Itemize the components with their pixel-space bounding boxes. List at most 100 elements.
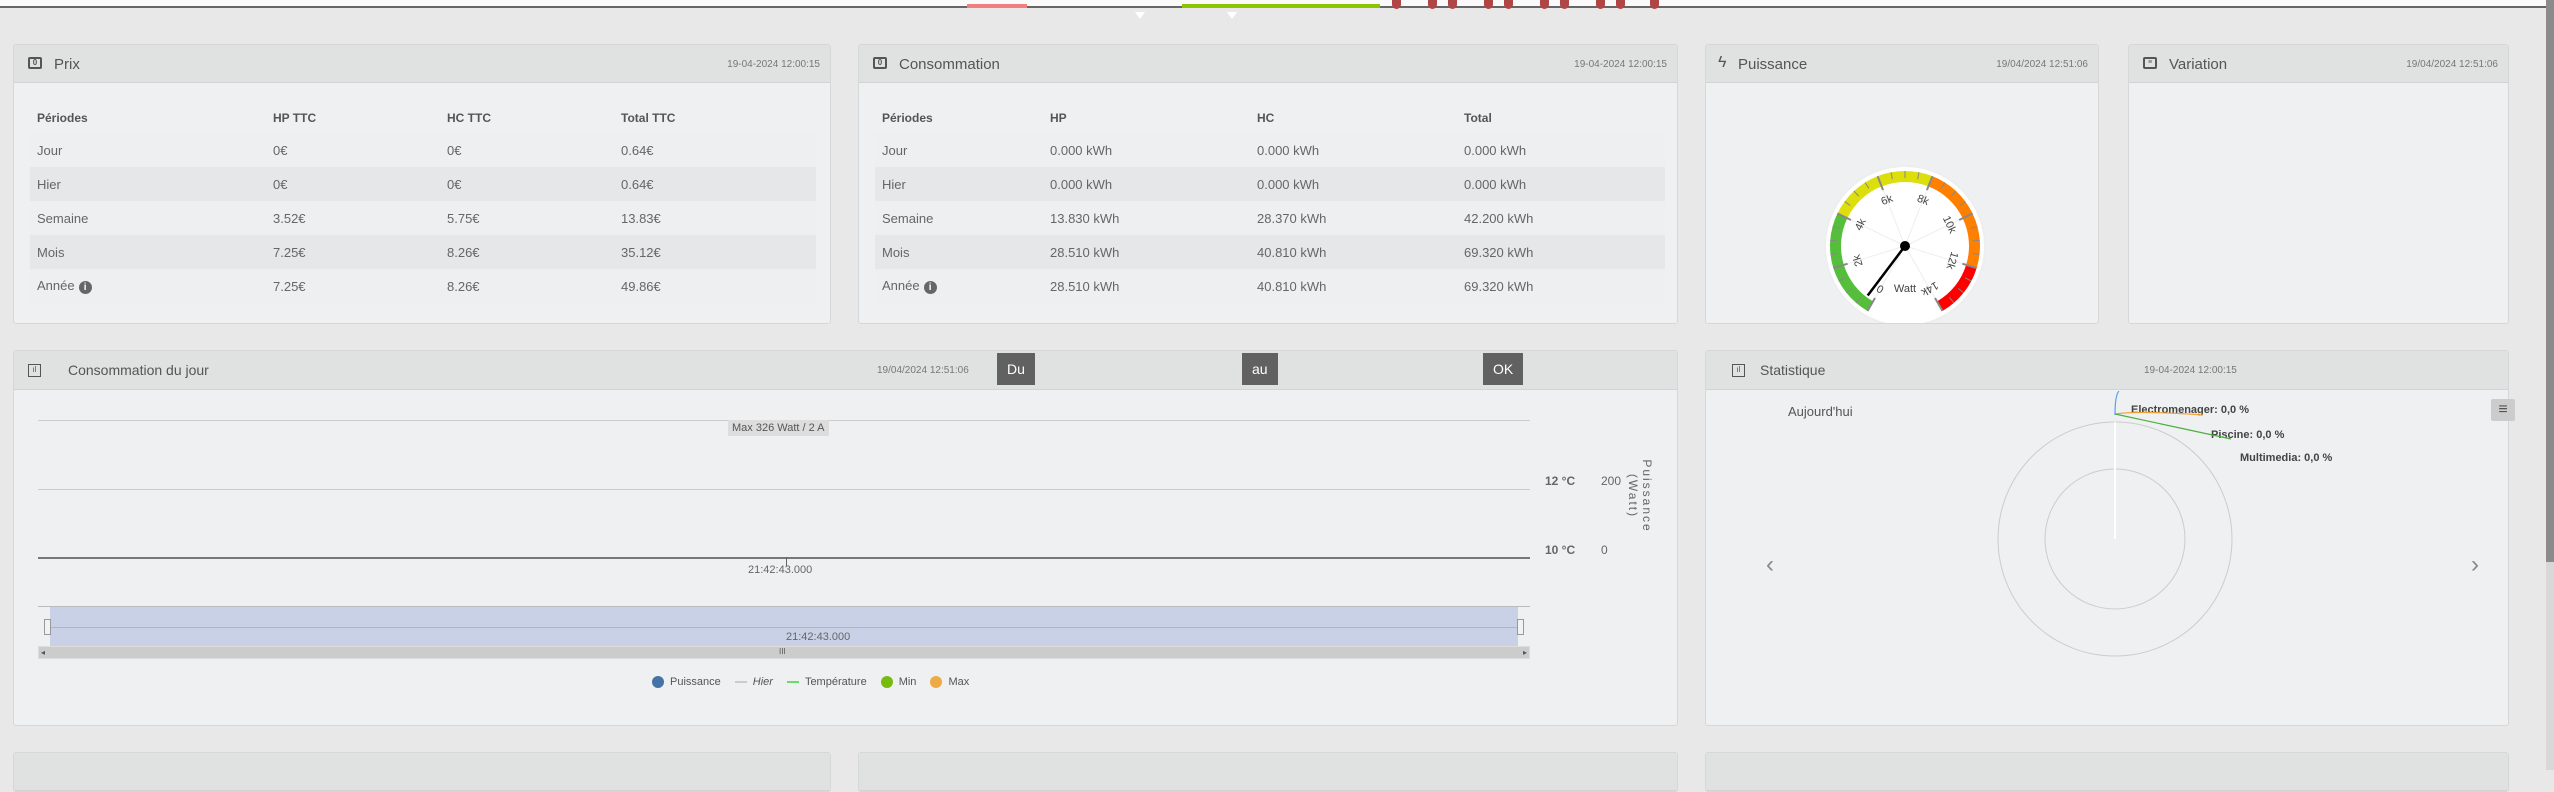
ok-button[interactable]: OK (1483, 353, 1524, 385)
timeline-marker[interactable] (1504, 0, 1513, 9)
money-icon: 0 (28, 57, 42, 69)
data-label-connector (2114, 413, 2232, 440)
table-header-row: Périodes HP TTC HC TTC Total TTC (30, 103, 816, 133)
money-icon: 0 (873, 57, 887, 69)
column-header: Périodes (882, 111, 933, 125)
page-scrollbar[interactable] (2546, 0, 2554, 770)
legend-label: Puissance (670, 676, 721, 688)
table-row: Jour 0€ 0€ 0.64€ (30, 133, 816, 167)
panel-title: Prix (54, 56, 80, 73)
column-header: Total TTC (621, 111, 676, 125)
table-cell: 0.000 kWh (1257, 176, 1320, 192)
bottom-panel (1705, 752, 2509, 792)
info-icon[interactable]: i (78, 280, 92, 294)
column-header: HC TTC (447, 111, 491, 125)
bar-chart-icon: ıl (28, 364, 41, 377)
legend-dot-icon (930, 676, 943, 689)
legend-line-icon (786, 681, 799, 684)
table-cell: Mois (37, 244, 65, 260)
timeline-marker[interactable] (1540, 0, 1549, 9)
panel-timestamp: 19-04-2024 12:00:15 (2144, 365, 2237, 376)
table-cell: 7.25€ (273, 244, 306, 260)
timeline-marker[interactable] (1616, 0, 1625, 9)
chart-legend: Puissance Hier Température Min Max (652, 676, 970, 689)
table-row: Année i 28.510 kWh 40.810 kWh 69.320 kWh (875, 269, 1665, 303)
table-cell: 8.26€ (447, 278, 480, 294)
panel-title: Consommation (899, 56, 1000, 73)
table-cell: 40.810 kWh (1257, 278, 1327, 294)
panel-title: Variation (2169, 56, 2228, 73)
slice-data-label: Piscine: 0,0 % (2211, 429, 2285, 441)
table-cell: 49.86€ (621, 278, 661, 294)
scrollbar-thumb[interactable] (2546, 0, 2554, 562)
legend-item[interactable]: Max (930, 676, 970, 689)
power-gauge: 02k4k6k 8k10k12k14kWatt (1824, 165, 1986, 323)
table-cell: Hier (37, 176, 61, 192)
data-label-connector (2114, 391, 2120, 416)
table-cell: 0€ (273, 176, 288, 192)
table-cell: 0.000 kWh (1257, 142, 1320, 158)
dropdown-arrow-icon[interactable] (1135, 12, 1145, 19)
navigator-scrollbar[interactable]: ◂ III ▸ (38, 646, 1530, 659)
table-row: Jour 0.000 kWh 0.000 kWh 0.000 kWh (875, 133, 1665, 167)
navigator-handle-right[interactable] (1517, 619, 1524, 635)
timeline-marker[interactable] (1560, 0, 1569, 9)
timeline-marker[interactable] (1484, 0, 1493, 9)
timeline-marker[interactable] (1596, 0, 1605, 9)
navigator-handle-left[interactable] (44, 619, 51, 635)
timeline-marker[interactable] (1650, 0, 1659, 9)
dropdown-arrow-icon[interactable] (1227, 12, 1237, 19)
legend-label: Température (804, 676, 867, 689)
power-axis-label: 200 (1601, 474, 1622, 488)
table-cell: 0€ (273, 142, 288, 158)
table-cell: 0.64€ (621, 176, 654, 192)
bottom-panel (13, 752, 831, 792)
table-cell: Jour (37, 142, 63, 158)
table-cell: 7.25€ (273, 278, 306, 294)
x-axis-label: 21:42:43.000 (748, 564, 813, 576)
date-to-button[interactable]: au (1242, 353, 1278, 385)
panel-timestamp: 19-04-2024 12:00:15 (727, 59, 820, 70)
info-icon[interactable]: i (923, 280, 937, 294)
table-cell: 42.200 kWh (1464, 210, 1534, 226)
navigator[interactable]: 21:42:43.000 (38, 606, 1530, 646)
consommation-jour-panel: ıl Consommation du jour 19/04/2024 12:51… (13, 350, 1678, 726)
table-cell: 0.000 kWh (1050, 176, 1113, 192)
scroll-left-icon[interactable]: ◂ (41, 648, 45, 657)
legend-line-icon (734, 681, 747, 684)
legend-item[interactable]: Température (786, 676, 867, 689)
table-cell: 0.000 kWh (1464, 142, 1527, 158)
timeline-marker[interactable] (1392, 0, 1401, 9)
legend-item[interactable]: Puissance (652, 676, 721, 689)
timeline-marker[interactable] (1448, 0, 1457, 9)
table-cell: 69.320 kWh (1464, 278, 1534, 294)
timeline-marker[interactable] (1428, 0, 1437, 9)
power-axis-title: Puissance (Watt) (1626, 459, 1654, 533)
statistique-panel: ıl Statistique 19-04-2024 12:00:15 Aujou… (1705, 350, 2515, 726)
table-row: Mois 7.25€ 8.26€ 35.12€ (30, 235, 816, 269)
table-cell: Jour (882, 142, 908, 158)
legend-item[interactable]: Hier (734, 676, 773, 688)
panel-timestamp: 19/04/2024 12:51:06 (2406, 59, 2498, 70)
power-axis-label: 0 (1601, 543, 1608, 557)
table-cell: 69.320 kWh (1464, 244, 1534, 260)
consommation-table: Périodes HP HC Total Jour 0.000 kWh 0.000 kWh 0… (875, 103, 1665, 303)
panel-title: Consommation du jour (68, 362, 209, 378)
timeline-segment-green (1182, 4, 1380, 8)
column-header: HP (1050, 111, 1067, 125)
legend-item[interactable]: Min (880, 676, 917, 689)
table-header-row: Périodes HP HC Total (875, 103, 1665, 133)
variation-panel: ≡ Variation 19/04/2024 12:51:06 (2128, 44, 2509, 324)
table-row: Semaine 3.52€ 5.75€ 13.83€ (30, 201, 816, 235)
date-from-button[interactable]: Du (997, 353, 1035, 385)
legend-dot-icon (880, 676, 893, 689)
table-cell: 0€ (447, 176, 462, 192)
table-cell: 13.83€ (621, 210, 661, 226)
legend-label: Min (898, 676, 917, 688)
table-row: Hier 0€ 0€ 0.64€ (30, 167, 816, 201)
table-cell: 3.52€ (273, 210, 306, 226)
table-cell: Année i (30, 269, 266, 303)
scrollbar-grip[interactable]: III (779, 647, 786, 656)
legend-label: Max (948, 676, 970, 688)
scroll-right-icon[interactable]: ▸ (1523, 648, 1527, 657)
